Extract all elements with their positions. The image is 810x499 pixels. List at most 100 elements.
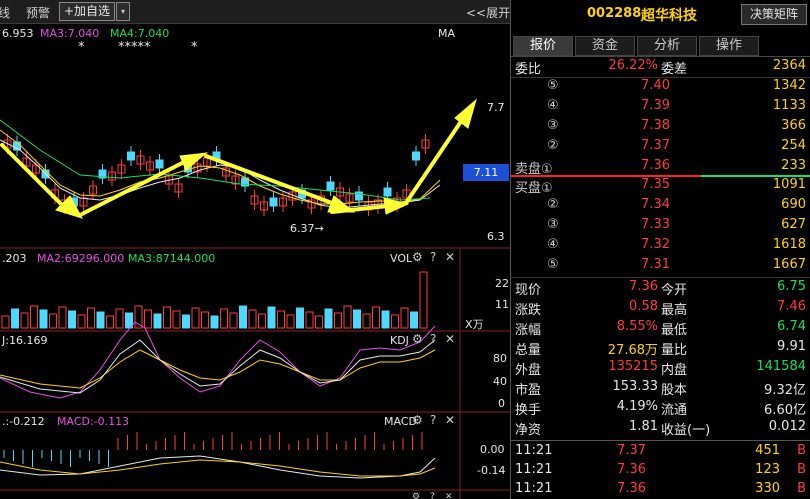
stat-value: 1.81 xyxy=(629,419,658,434)
stock-name: 超华科技 xyxy=(641,8,697,24)
help-icon[interactable]: ? xyxy=(430,492,435,499)
tab-analysis[interactable]: 分析 xyxy=(637,36,697,56)
tick-price: 7.37 xyxy=(617,443,646,458)
volume-bar xyxy=(191,307,200,329)
stat-label: 今开 xyxy=(661,283,688,298)
order-diff-value: 2364 xyxy=(772,58,806,73)
kdj-label: KDJ xyxy=(390,334,409,347)
close-icon[interactable]: ✕ xyxy=(445,413,455,427)
stat-label: 净资 xyxy=(515,423,542,438)
stat-row: 涨跌 0.58 最高 7.46 xyxy=(511,299,810,319)
stat-value: 0.58 xyxy=(629,299,658,314)
stat-label: 换手 xyxy=(515,403,542,418)
stat-label: 最高 xyxy=(661,303,688,318)
stat-label: 现价 xyxy=(515,283,542,298)
macd-value: MACD:-0.113 xyxy=(57,415,130,428)
volume-bar xyxy=(324,308,333,329)
tick-row[interactable]: 11:21 7.36 330 B xyxy=(511,481,810,499)
volume-bar xyxy=(58,306,67,329)
volume-bar xyxy=(30,305,38,329)
vol-unit: X万 xyxy=(465,318,484,331)
order-book-row[interactable]: ② 7.34 690 xyxy=(511,197,810,217)
order-price: 7.31 xyxy=(641,257,670,272)
stat-row: 市盈 153.33 股本 9.32亿 xyxy=(511,379,810,399)
tick-row[interactable]: 11:21 7.37 451 B xyxy=(511,443,810,463)
order-level-label: ② xyxy=(547,138,559,153)
stat-value: 9.32亿 xyxy=(764,383,806,398)
stat-value: 6.60亿 xyxy=(764,403,806,418)
tick-side: B xyxy=(797,481,806,496)
ma-line-white xyxy=(0,139,441,209)
order-book-row[interactable]: ④ 7.32 1618 xyxy=(511,237,810,257)
tick-price: 7.36 xyxy=(617,481,646,496)
order-book-row[interactable]: ② 7.37 254 xyxy=(511,138,810,158)
volume-bar xyxy=(1,315,10,329)
gear-icon[interactable]: ⚙ xyxy=(412,250,423,264)
decision-matrix-button[interactable]: 决策矩阵 xyxy=(741,4,807,25)
help-icon[interactable]: ? xyxy=(430,332,436,346)
volume-bar xyxy=(410,311,418,329)
order-book-row[interactable]: ⑤ 7.31 1667 xyxy=(511,257,810,277)
volume-bar xyxy=(372,306,380,329)
tick-side: B xyxy=(797,462,806,477)
tab-operation[interactable]: 操作 xyxy=(699,36,759,56)
stat-label: 收益(一) xyxy=(661,423,711,438)
order-level-label: ② xyxy=(547,197,559,212)
volume-bar xyxy=(248,309,257,329)
stat-label: 涨跌 xyxy=(515,303,542,318)
kdj-k-line xyxy=(0,339,436,394)
close-icon[interactable]: ✕ xyxy=(445,332,455,346)
stat-value: 9.91 xyxy=(777,339,806,354)
order-volume: 1618 xyxy=(772,237,806,252)
stat-row: 净资 1.81 收益(一) 0.012 xyxy=(511,419,810,439)
volume-bar xyxy=(96,311,105,329)
macd-histogram xyxy=(3,432,423,467)
order-price: 7.35 xyxy=(641,177,670,192)
volume-bar xyxy=(381,310,390,329)
volume-bar xyxy=(229,312,238,329)
kdj-tick-0: 0 xyxy=(498,397,505,410)
order-book-row[interactable]: ⑤ 7.40 1342 xyxy=(511,78,810,98)
close-icon[interactable]: ✕ xyxy=(445,492,453,499)
order-price: 7.37 xyxy=(641,138,670,153)
stock-code: 002288 xyxy=(587,6,642,21)
order-price: 7.36 xyxy=(641,158,670,173)
gear-icon[interactable]: ⚙ xyxy=(412,492,420,499)
gear-icon[interactable]: ⚙ xyxy=(412,332,423,346)
order-book-row[interactable]: ④ 7.39 1133 xyxy=(511,98,810,118)
tick-volume: 123 xyxy=(755,462,780,477)
tick-row[interactable]: 11:21 7.36 123 B xyxy=(511,462,810,482)
kdj-j-value: J:16.169 xyxy=(2,334,48,347)
close-icon[interactable]: ✕ xyxy=(445,250,455,264)
stat-label: 最低 xyxy=(661,323,688,338)
stat-label: 流通 xyxy=(661,403,688,418)
volume-bar xyxy=(334,312,342,329)
order-book-row[interactable]: 买盘① 7.35 1091 xyxy=(511,177,810,197)
macd-dea-line xyxy=(0,459,436,477)
order-price: 7.39 xyxy=(641,98,670,113)
tick-time: 11:21 xyxy=(515,462,553,477)
order-level-label: 买盘① xyxy=(515,181,553,196)
ma-line-yellow xyxy=(0,129,441,205)
order-level-label: ③ xyxy=(547,217,559,232)
tab-quote[interactable]: 报价 xyxy=(513,36,573,56)
help-icon[interactable]: ? xyxy=(430,250,436,264)
help-icon[interactable]: ? xyxy=(430,413,436,427)
volume-bar xyxy=(258,313,266,329)
order-book-row[interactable]: ③ 7.38 366 xyxy=(511,118,810,138)
volume-bar xyxy=(353,309,361,329)
stat-label: 外盘 xyxy=(515,363,542,378)
order-level-label: ④ xyxy=(547,237,559,252)
tab-funds[interactable]: 资金 xyxy=(575,36,635,56)
stat-value: 4.19% xyxy=(616,399,658,414)
stat-row: 换手 4.19% 流通 6.60亿 xyxy=(511,399,810,419)
tick-price: 7.36 xyxy=(617,462,646,477)
stat-row: 外盘 135215 内盘 141584 xyxy=(511,359,810,379)
stat-value: 6.74 xyxy=(777,319,806,334)
gear-icon[interactable]: ⚙ xyxy=(412,413,423,427)
stat-label: 内盘 xyxy=(661,363,688,378)
order-book-row[interactable]: ③ 7.33 627 xyxy=(511,217,810,237)
macd-tick-neg: -0.14 xyxy=(477,464,506,477)
vol-label: VOL xyxy=(390,252,413,265)
order-price: 7.40 xyxy=(641,78,670,93)
